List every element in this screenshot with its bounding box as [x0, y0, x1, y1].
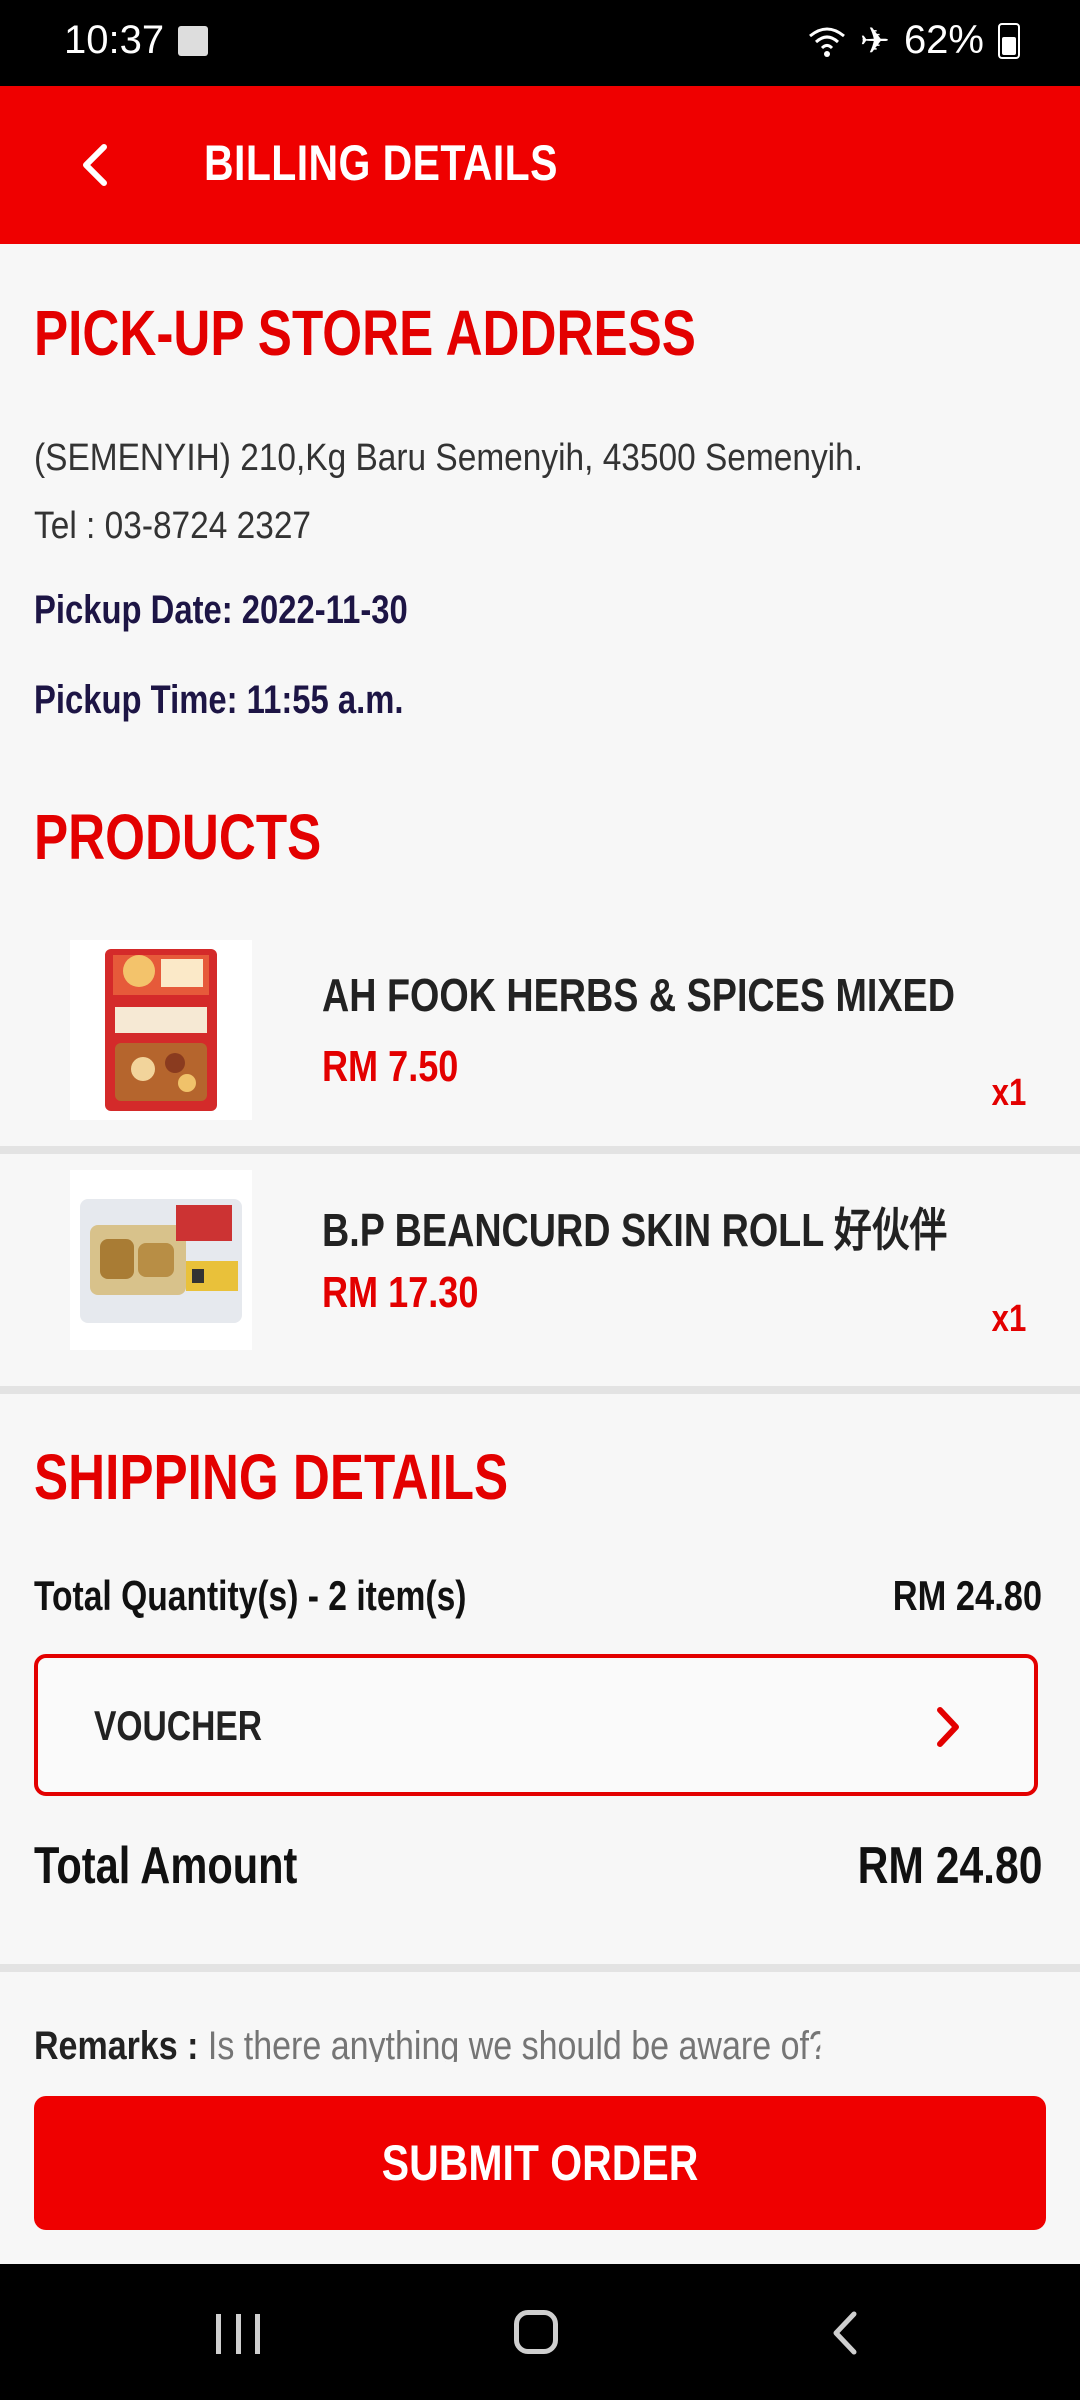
- system-nav-bar: [0, 2264, 1080, 2400]
- app-bar: BILLING DETAILS: [0, 86, 1080, 244]
- product-name: B.P BEANCURD SKIN ROLL 好伙伴: [322, 1204, 948, 1256]
- pickup-date: Pickup Date: 2022-11-30: [34, 588, 408, 632]
- beancurd-package-image: [80, 1199, 242, 1323]
- billing-content: PICK-UP STORE ADDRESS (SEMENYIH) 210,Kg …: [0, 244, 1080, 2062]
- gallery-notification-icon: [178, 26, 208, 56]
- store-address: (SEMENYIH) 210,Kg Baru Semenyih, 43500 S…: [34, 437, 863, 547]
- status-icons: ✈ 62%: [808, 18, 1020, 63]
- product-quantity: x1: [991, 1072, 1026, 1114]
- shipping-section-title: SHIPPING DETAILS: [34, 1441, 509, 1513]
- chevron-right-icon: [937, 1707, 959, 1747]
- product-image: [70, 940, 252, 1120]
- remarks-label: Remarks :: [34, 2024, 199, 2062]
- back-arrow-icon: [83, 144, 107, 186]
- total-quantity-label: Total Quantity(s) - 2 item(s): [34, 1572, 467, 1619]
- product-name: AH FOOK HERBS & SPICES MIXED: [322, 969, 955, 1021]
- product-item[interactable]: B.P BEANCURD SKIN ROLL 好伙伴 RM 17.30 x1: [0, 1154, 1080, 1378]
- status-bar: 10:37 ✈ 62%: [0, 0, 1080, 86]
- recents-icon[interactable]: [216, 2314, 260, 2354]
- product-item[interactable]: AH FOOK HERBS & SPICES MIXED RM 7.50 x1: [0, 928, 1080, 1160]
- divider: [0, 1964, 1080, 1972]
- voucher-button[interactable]: VOUCHER: [34, 1654, 1038, 1796]
- product-price: RM 7.50: [322, 1042, 459, 1091]
- submit-order-button[interactable]: SUBMIT ORDER: [34, 2096, 1046, 2230]
- home-icon[interactable]: [514, 2310, 558, 2354]
- total-amount-value: RM 24.80: [857, 1837, 1042, 1895]
- divider: [0, 1386, 1080, 1394]
- product-image: [70, 1170, 252, 1350]
- remarks-row: Remarks :: [34, 2024, 893, 2062]
- battery-percent: 62%: [903, 18, 984, 62]
- page-title: BILLING DETAILS: [204, 135, 558, 191]
- subtotal-value: RM 24.80: [892, 1572, 1042, 1619]
- pickup-time: Pickup Time: 11:55 a.m.: [34, 678, 404, 722]
- back-button[interactable]: [60, 130, 130, 200]
- nav-back-icon[interactable]: [826, 2310, 866, 2356]
- status-time: 10:37: [64, 18, 165, 62]
- remarks-input[interactable]: [207, 2024, 820, 2062]
- airplane-mode-icon: ✈: [859, 19, 890, 61]
- product-quantity: x1: [991, 1298, 1026, 1340]
- products-section-title: PRODUCTS: [34, 801, 322, 873]
- battery-icon: [998, 22, 1020, 59]
- submit-order-label: SUBMIT ORDER: [381, 2135, 699, 2191]
- voucher-label: VOUCHER: [94, 1702, 263, 1749]
- herbs-package-image: [105, 949, 217, 1111]
- wifi-icon: [808, 27, 845, 57]
- product-price: RM 17.30: [322, 1268, 479, 1317]
- divider: [0, 1146, 1080, 1154]
- pickup-section-title: PICK-UP STORE ADDRESS: [34, 297, 696, 369]
- total-amount-label: Total Amount: [34, 1837, 298, 1895]
